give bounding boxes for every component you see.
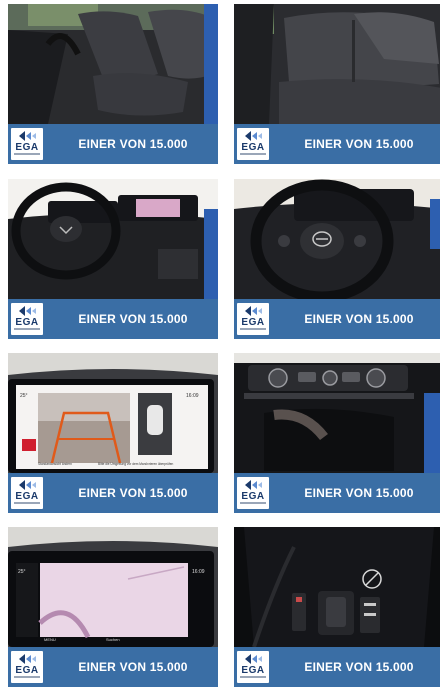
tile-banner: EGA EINER VON 15.000 <box>234 647 440 687</box>
ega-logo-text: EGA <box>15 142 39 153</box>
ega-logo-text: EGA <box>15 665 39 676</box>
ega-logo-icon <box>19 306 36 316</box>
driver-seat-photo <box>8 4 218 124</box>
ega-logo: EGA <box>237 128 269 160</box>
nav-menu-label: MENU <box>44 637 56 642</box>
nav-search-label: Suchen <box>106 637 120 642</box>
banner-text: EINER VON 15.000 <box>304 137 414 151</box>
ega-logo-text: EGA <box>15 317 39 328</box>
ega-logo-text: EGA <box>241 317 265 328</box>
banner-text: EINER VON 15.000 <box>304 312 414 326</box>
gallery-tile-steering-wheel[interactable]: EGA EINER VON 15.000 <box>234 179 440 339</box>
gallery-tile-cockpit[interactable]: EGA EINER VON 15.000 <box>8 179 218 339</box>
tile-banner: EGA EINER VON 15.000 <box>234 124 440 164</box>
gallery-tile-rear-seats[interactable]: EGA EINER VON 15.000 <box>234 4 440 164</box>
nav-temp: 25° <box>18 569 26 575</box>
ega-logo-icon <box>19 654 36 664</box>
banner-text: EINER VON 15.000 <box>78 660 188 674</box>
banner-text: EINER VON 15.000 <box>78 137 188 151</box>
ega-logo: EGA <box>11 651 43 683</box>
ega-logo-tagline <box>14 153 40 155</box>
ega-logo-text: EGA <box>241 665 265 676</box>
gallery-tile-gear-console[interactable]: EGA EINER VON 15.000 <box>234 527 440 687</box>
ega-logo: EGA <box>237 477 269 509</box>
camera-time: 16:09 <box>186 393 199 399</box>
ega-logo: EGA <box>11 303 43 335</box>
tile-banner: EGA EINER VON 15.000 <box>234 473 440 513</box>
ega-logo-icon <box>19 131 36 141</box>
camera-hint: Bitte die Umgebung vor dem Manövrieren ü… <box>98 462 174 466</box>
ega-logo: EGA <box>237 303 269 335</box>
gallery-tile-navigation[interactable]: 25° 16:09 MENU Suchen EGA EINER VON 15.0… <box>8 527 218 687</box>
ega-logo-text: EGA <box>15 491 39 502</box>
ega-logo-icon <box>245 306 262 316</box>
ega-logo-text: EGA <box>241 142 265 153</box>
tile-banner: EGA EINER VON 15.000 <box>8 473 218 513</box>
banner-text: EINER VON 15.000 <box>78 486 188 500</box>
ega-logo-tagline <box>240 153 266 155</box>
ega-logo-tagline <box>14 328 40 330</box>
ega-logo-tagline <box>240 328 266 330</box>
rear-seats-photo <box>234 4 440 124</box>
ega-logo-tagline <box>240 502 266 504</box>
camera-temp: 25° <box>20 393 28 399</box>
banner-text: EINER VON 15.000 <box>304 486 414 500</box>
ega-logo-tagline <box>14 502 40 504</box>
ega-logo: EGA <box>11 477 43 509</box>
tile-banner: EGA EINER VON 15.000 <box>8 124 218 164</box>
banner-text: EINER VON 15.000 <box>78 312 188 326</box>
navigation-photo: 25° 16:09 MENU Suchen <box>8 527 218 647</box>
camera-button-label: Standardansicht ändern <box>38 462 72 466</box>
ega-logo-tagline <box>240 676 266 678</box>
ega-logo-icon <box>245 654 262 664</box>
banner-text: EINER VON 15.000 <box>304 660 414 674</box>
tile-banner: EGA EINER VON 15.000 <box>8 647 218 687</box>
ega-logo-text: EGA <box>241 491 265 502</box>
ega-logo: EGA <box>237 651 269 683</box>
image-gallery: EGA EINER VON 15.000 EGA EINER VON 15.00… <box>0 0 440 687</box>
ega-logo-icon <box>245 131 262 141</box>
tile-banner: EGA EINER VON 15.000 <box>8 299 218 339</box>
gallery-tile-driver-seat[interactable]: EGA EINER VON 15.000 <box>8 4 218 164</box>
tile-banner: EGA EINER VON 15.000 <box>234 299 440 339</box>
nav-time: 16:09 <box>192 569 205 575</box>
steering-wheel-photo <box>234 179 440 299</box>
ega-logo-icon <box>19 480 36 490</box>
gear-console-photo <box>234 527 440 647</box>
ega-logo-tagline <box>14 676 40 678</box>
gallery-tile-center-console[interactable]: EGA EINER VON 15.000 <box>234 353 440 513</box>
reverse-camera-photo: 25° 16:09 Standardansicht ändern Bitte d… <box>8 353 218 473</box>
gallery-tile-reverse-camera[interactable]: 25° 16:09 Standardansicht ändern Bitte d… <box>8 353 218 513</box>
ega-logo-icon <box>245 480 262 490</box>
center-console-photo <box>234 353 440 473</box>
cockpit-photo <box>8 179 218 299</box>
ega-logo: EGA <box>11 128 43 160</box>
